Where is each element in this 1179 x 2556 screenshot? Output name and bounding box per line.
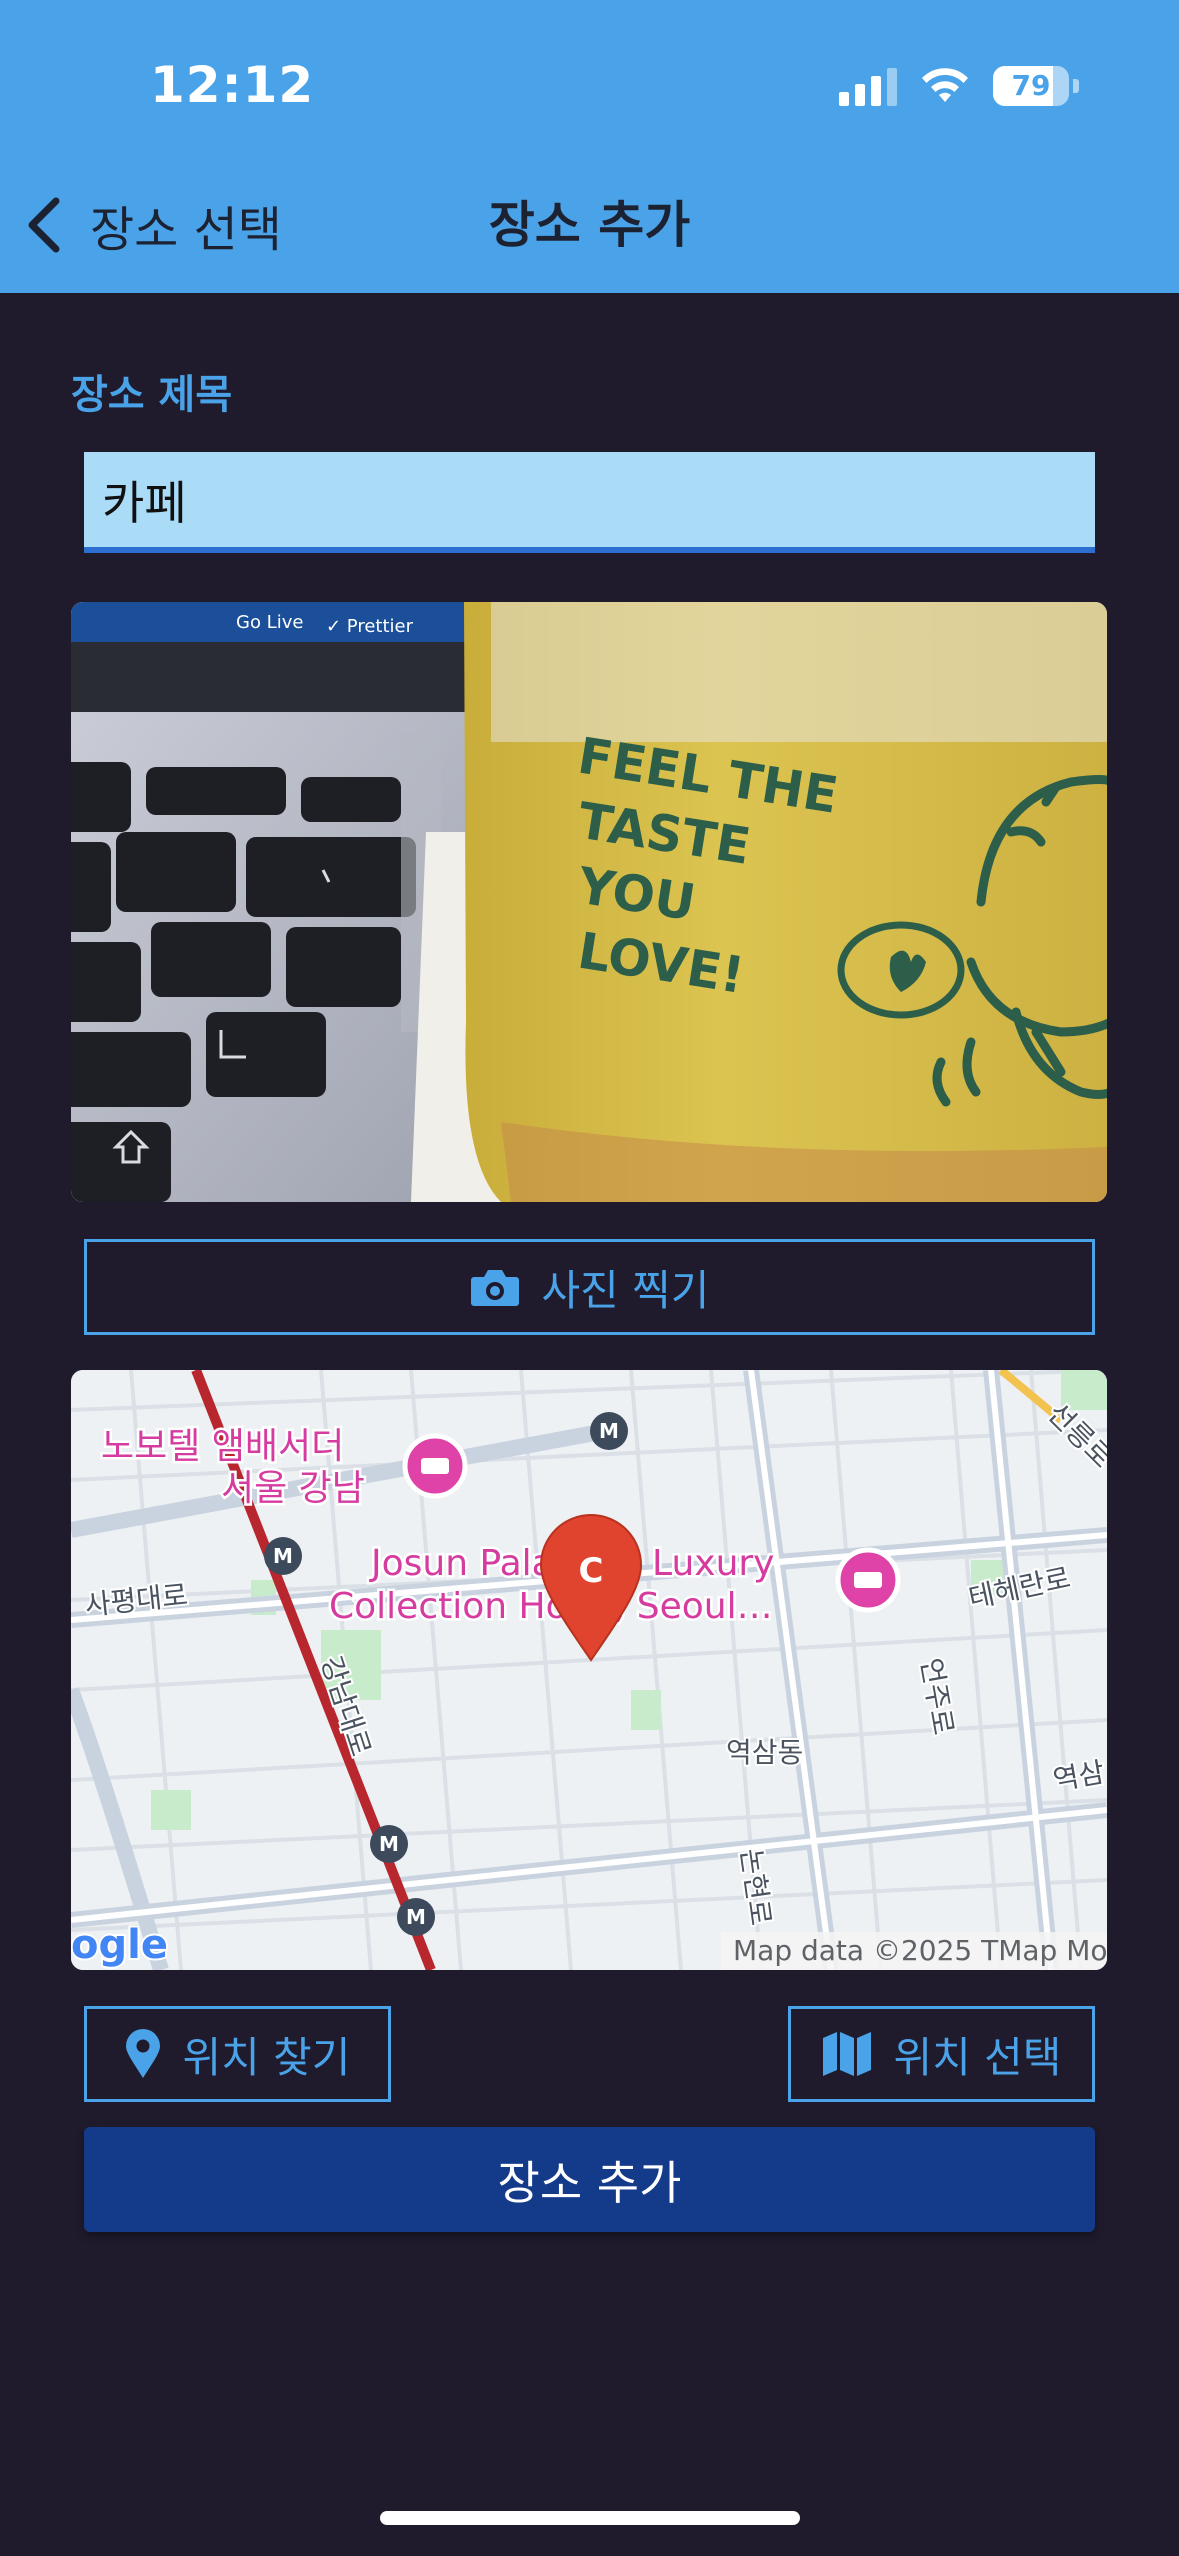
find-location-button[interactable]: 위치 찾기 (84, 2006, 391, 2102)
map-label-yeoksam-dong: 역삼동 (726, 1736, 803, 1769)
status-icons: 79 (839, 62, 1079, 110)
place-photo: Go Live ✓ Prettier FEEL THE TASTE YOU LO… (71, 602, 1107, 1202)
take-photo-label: 사진 찍기 (541, 1265, 710, 1315)
map-marker-letter: C (579, 1551, 604, 1591)
status-time: 12:12 (150, 56, 315, 114)
chevron-left-icon (28, 197, 60, 253)
metro-marker-2: M (273, 1544, 293, 1568)
app-header: 12:12 79 장소 선택 장소 추가 (0, 0, 1179, 293)
wifi-icon (922, 68, 968, 102)
map-label-novotel-2: 서울 강남 (221, 1468, 365, 1509)
map-label-novotel-1: 노보텔 앰배서더 (101, 1426, 344, 1467)
battery-tip (1073, 79, 1079, 93)
cellular-signal-icon (839, 66, 897, 106)
select-location-label: 위치 선택 (893, 2032, 1062, 2082)
photo-image: Go Live ✓ Prettier FEEL THE TASTE YOU LO… (71, 602, 1107, 1202)
back-button-label: 장소 선택 (90, 202, 282, 258)
map-attribution: Map data ©2025 TMap Mo (733, 1934, 1107, 1967)
home-indicator[interactable] (380, 2511, 800, 2525)
metro-marker-4: M (406, 1905, 426, 1929)
location-map[interactable]: M M M M 노보텔 앰배서더 서울 강남 Josun Palace, a L… (71, 1370, 1107, 1970)
map-pin-icon (125, 2029, 160, 2078)
place-title-input[interactable] (84, 452, 1095, 553)
metro-marker-1: M (599, 1419, 619, 1443)
map-icon (822, 2032, 871, 2076)
battery-level: 79 (1011, 69, 1051, 102)
back-button[interactable]: 장소 선택 (22, 190, 282, 260)
add-place-button[interactable]: 장소 추가 (84, 2127, 1095, 2232)
find-location-label: 위치 찾기 (182, 2032, 351, 2082)
map-logo: ogle (71, 1922, 168, 1968)
map-view: M M M M 노보텔 앰배서더 서울 강남 Josun Palace, a L… (71, 1370, 1107, 1970)
select-location-button[interactable]: 위치 선택 (788, 2006, 1095, 2102)
place-title-label: 장소 제목 (71, 372, 233, 418)
take-photo-button[interactable]: 사진 찍기 (84, 1239, 1095, 1335)
metro-marker-3: M (379, 1832, 399, 1856)
camera-icon (470, 1270, 519, 1306)
photo-toolbar-golive: Go Live (236, 612, 303, 633)
photo-toolbar-prettier: ✓ Prettier (326, 616, 414, 637)
battery-icon: 79 (993, 66, 1069, 106)
